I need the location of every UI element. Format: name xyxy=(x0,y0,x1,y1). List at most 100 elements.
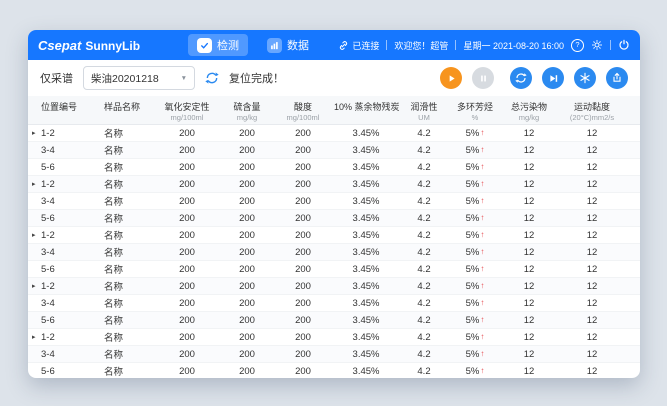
cell-residue: 3.45% xyxy=(332,278,400,295)
cell-viscosity: 12 xyxy=(556,363,628,379)
table-row[interactable]: ▸1-2名称2002002003.45%4.25%↑121230 xyxy=(28,278,640,295)
cell-residue: 3.45% xyxy=(332,210,400,227)
reset-icon[interactable] xyxy=(205,71,219,85)
cell-freezing: 30 xyxy=(628,244,640,261)
cell-acidity: 200 xyxy=(274,159,332,176)
col-sulfur: 硫含量mg/kg xyxy=(220,96,274,125)
cell-freezing: 30 xyxy=(628,278,640,295)
brand-name: Csepat xyxy=(38,38,81,53)
cell-acidity: 200 xyxy=(274,295,332,312)
table-row[interactable]: 3-4名称2002002003.45%4.25%↑121230 xyxy=(28,193,640,210)
power-icon[interactable] xyxy=(618,39,630,51)
tab-detection[interactable]: 检测 xyxy=(188,34,248,56)
cell-oxidation: 200 xyxy=(154,193,220,210)
cell-name: 名称 xyxy=(95,142,154,159)
cell-viscosity: 12 xyxy=(556,227,628,244)
cell-oxidation: 200 xyxy=(154,346,220,363)
cell-viscosity: 12 xyxy=(556,312,628,329)
cell-freezing: 30 xyxy=(628,261,640,278)
cell-oxidation: 200 xyxy=(154,227,220,244)
connection-label: 已连接 xyxy=(352,39,379,52)
cell-viscosity: 12 xyxy=(556,125,628,142)
cell-name: 名称 xyxy=(95,346,154,363)
expand-icon[interactable]: ▸ xyxy=(32,333,36,341)
table-row[interactable]: 3-4名称2002002003.45%4.25%↑121230 xyxy=(28,142,640,159)
play-button[interactable] xyxy=(440,67,462,89)
cell-acidity: 200 xyxy=(274,227,332,244)
table-row[interactable]: 5-6名称2002002003.45%4.25%↑121230 xyxy=(28,261,640,278)
cell-name: 名称 xyxy=(95,278,154,295)
cell-acidity: 200 xyxy=(274,312,332,329)
expand-icon[interactable]: ▸ xyxy=(32,129,36,137)
over-limit-icon: ↑ xyxy=(480,264,484,273)
cell-acidity: 200 xyxy=(274,193,332,210)
help-icon[interactable]: ? xyxy=(571,39,584,52)
table-row[interactable]: ▸1-2名称2002002003.45%4.25%↑121230 xyxy=(28,176,640,193)
cell-pollutant: 12 xyxy=(502,210,556,227)
cell-residue: 3.45% xyxy=(332,125,400,142)
cell-oxidation: 200 xyxy=(154,295,220,312)
cell-name: 名称 xyxy=(95,295,154,312)
cell-position: 5-6 xyxy=(28,363,95,379)
cell-residue: 3.45% xyxy=(332,176,400,193)
app-window: Csepat SunnyLib 检测 数据 已连接 xyxy=(28,30,640,378)
table-row[interactable]: 5-6名称2002002003.45%4.25%↑121230 xyxy=(28,363,640,379)
cell-freezing: 30 xyxy=(628,210,640,227)
cell-viscosity: 12 xyxy=(556,261,628,278)
cell-pah: 5%↑ xyxy=(448,159,502,176)
cell-sulfur: 200 xyxy=(220,125,274,142)
tab-data-label: 数据 xyxy=(287,37,309,53)
table-row[interactable]: 5-6名称2002002003.45%4.25%↑121230 xyxy=(28,312,640,329)
pause-button[interactable] xyxy=(472,67,494,89)
cell-pollutant: 12 xyxy=(502,329,556,346)
cell-pollutant: 12 xyxy=(502,346,556,363)
cell-lubricity: 4.2 xyxy=(400,193,448,210)
cell-pollutant: 12 xyxy=(502,363,556,379)
table-row[interactable]: 5-6名称2002002003.45%4.25%↑121230 xyxy=(28,210,640,227)
table-row[interactable]: ▸1-2名称2002002003.45%4.25%↑121230 xyxy=(28,227,640,244)
cell-lubricity: 4.2 xyxy=(400,278,448,295)
cell-pollutant: 12 xyxy=(502,159,556,176)
sample-dropdown[interactable]: 柴油20201218 ▼ xyxy=(83,66,195,90)
over-limit-icon: ↑ xyxy=(480,213,484,222)
expand-icon[interactable]: ▸ xyxy=(32,282,36,290)
cell-residue: 3.45% xyxy=(332,261,400,278)
over-limit-icon: ↑ xyxy=(480,145,484,154)
cell-viscosity: 12 xyxy=(556,278,628,295)
sync-button[interactable] xyxy=(510,67,532,89)
cell-pollutant: 12 xyxy=(502,278,556,295)
cell-freezing: 30 xyxy=(628,346,640,363)
col-pollutant: 总污染物mg/kg xyxy=(502,96,556,125)
expand-icon[interactable]: ▸ xyxy=(32,231,36,239)
snowflake-button[interactable] xyxy=(574,67,596,89)
tab-data[interactable]: 数据 xyxy=(258,34,318,56)
cell-residue: 3.45% xyxy=(332,363,400,379)
cell-pollutant: 12 xyxy=(502,227,556,244)
table-row[interactable]: ▸1-2名称2002002003.45%4.25%↑121230 xyxy=(28,125,640,142)
cell-oxidation: 200 xyxy=(154,312,220,329)
table-row[interactable]: ▸1-2名称2002002003.45%4.25%↑121230 xyxy=(28,329,640,346)
table-header: 位置编号样品名称氧化安定性mg/100ml硫含量mg/kg酸度mg/100ml1… xyxy=(28,96,640,125)
cell-freezing: 30 xyxy=(628,312,640,329)
table-row[interactable]: 5-6名称2002002003.45%4.25%↑121230 xyxy=(28,159,640,176)
cell-oxidation: 200 xyxy=(154,261,220,278)
table-row[interactable]: 3-4名称2002002003.45%4.25%↑121230 xyxy=(28,346,640,363)
export-button[interactable] xyxy=(606,67,628,89)
cell-viscosity: 12 xyxy=(556,176,628,193)
cell-residue: 3.45% xyxy=(332,142,400,159)
skip-to-end-button[interactable] xyxy=(542,67,564,89)
cell-oxidation: 200 xyxy=(154,159,220,176)
table-body: ▸1-2名称2002002003.45%4.25%↑1212303-4名称200… xyxy=(28,125,640,379)
cell-freezing: 30 xyxy=(628,363,640,379)
cell-position: 3-4 xyxy=(28,295,95,312)
cell-name: 名称 xyxy=(95,244,154,261)
table-row[interactable]: 3-4名称2002002003.45%4.25%↑121230 xyxy=(28,244,640,261)
cell-position: 5-6 xyxy=(28,159,95,176)
topbar-right: 已连接 欢迎您！超管 星期一 2021-08-20 16:00 ? xyxy=(338,39,630,52)
table-row[interactable]: 3-4名称2002002003.45%4.25%↑121230 xyxy=(28,295,640,312)
cell-lubricity: 4.2 xyxy=(400,312,448,329)
expand-icon[interactable]: ▸ xyxy=(32,180,36,188)
cell-lubricity: 4.2 xyxy=(400,176,448,193)
cell-lubricity: 4.2 xyxy=(400,261,448,278)
gear-icon[interactable] xyxy=(591,39,603,51)
